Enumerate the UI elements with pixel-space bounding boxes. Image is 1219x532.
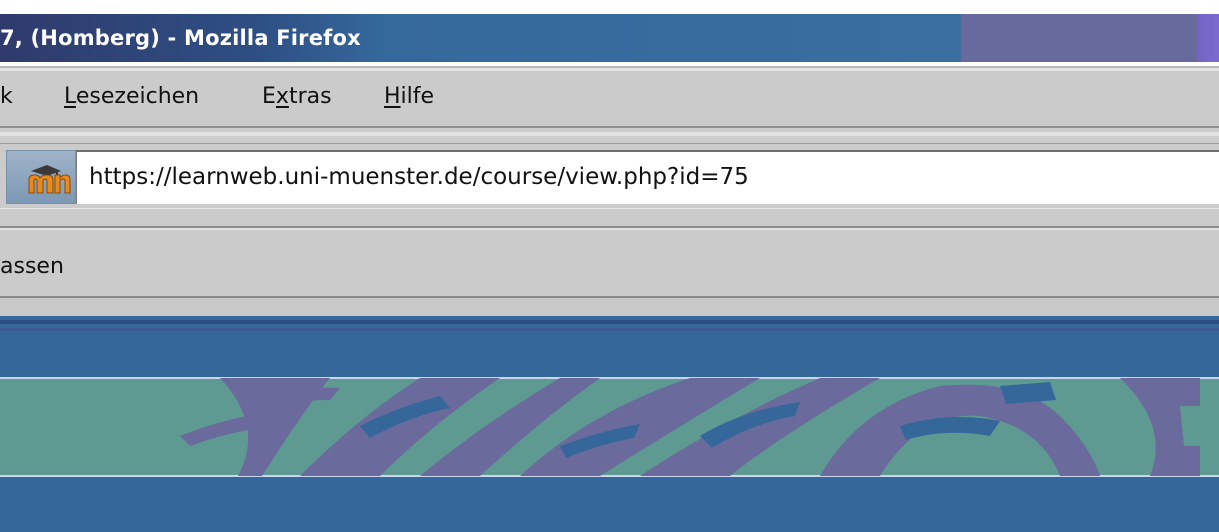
title-bar[interactable]: 7, (Homberg) - Mozilla Firefox — [0, 14, 1219, 62]
window-title: 7, (Homberg) - Mozilla Firefox — [0, 26, 361, 50]
url-input[interactable]: https://learnweb.uni-muenster.de/course/… — [76, 150, 1219, 204]
menu-bar-highlight — [0, 68, 1219, 71]
toolbar-separator — [0, 298, 1219, 316]
menu-item-extras[interactable]: Extras — [262, 84, 332, 109]
menu-item-partial[interactable]: k — [0, 84, 13, 109]
menu-item-hilfe-rest: ilfe — [400, 84, 435, 109]
browser-window: 7, (Homberg) - Mozilla Firefox k Lesezei… — [0, 0, 1219, 532]
menu-bar: k Lesezeichen Extras Hilfe — [0, 66, 1219, 128]
menu-accel-extras: x — [275, 84, 289, 109]
moodle-icon — [28, 165, 71, 194]
menu-item-partial-label: k — [0, 84, 13, 109]
url-text: https://learnweb.uni-muenster.de/course/… — [89, 164, 749, 190]
menu-accel-hilfe: H — [384, 84, 401, 109]
navigation-toolbar-highlight — [0, 132, 1219, 136]
navigation-toolbar-edge — [0, 128, 1219, 144]
bookmark-item-partial[interactable]: assen — [0, 254, 64, 279]
menu-item-lesezeichen[interactable]: Lesezeichen — [64, 84, 199, 109]
banner-image — [0, 377, 1219, 477]
menu-item-extras-pre: E — [262, 84, 276, 109]
menu-accel-lesezeichen: L — [64, 84, 76, 109]
location-toolbar: https://learnweb.uni-muenster.de/course/… — [0, 144, 1219, 208]
menu-item-extras-rest: tras — [288, 84, 332, 109]
site-identity-button[interactable] — [6, 150, 76, 204]
menu-item-lesezeichen-rest: esezeichen — [75, 84, 200, 109]
bookmarks-toolbar: assen — [0, 228, 1219, 298]
location-toolbar-edge — [0, 208, 1219, 228]
page-header-banner — [0, 316, 1219, 532]
menu-item-hilfe[interactable]: Hilfe — [384, 84, 434, 109]
